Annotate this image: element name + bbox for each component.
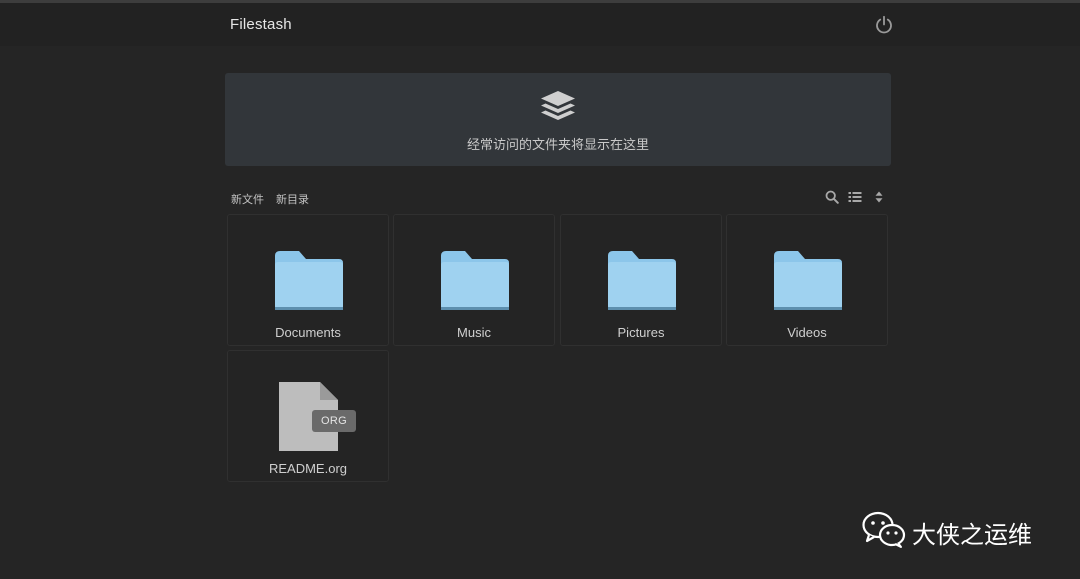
folder-icon	[608, 251, 676, 310]
file-name: Videos	[787, 325, 827, 340]
power-icon[interactable]	[874, 15, 894, 35]
folder-tile-videos[interactable]: Videos	[726, 214, 888, 346]
file-name: README.org	[268, 461, 348, 476]
file-name: Music	[457, 325, 491, 340]
file-name: Pictures	[617, 325, 665, 340]
wechat-icon	[862, 511, 906, 548]
list-view-icon[interactable]	[848, 190, 862, 204]
banner-message: 经常访问的文件夹将显示在这里	[466, 138, 649, 153]
folder-icon	[275, 251, 343, 310]
file-tile-readme[interactable]: ORG README.org	[227, 350, 389, 482]
sort-icon[interactable]	[872, 190, 886, 204]
folder-icon	[774, 251, 842, 310]
watermark-text: 大侠之运维	[912, 521, 1032, 549]
folder-tile-music[interactable]: Music	[393, 214, 555, 346]
folder-icon	[441, 251, 509, 310]
folder-tile-pictures[interactable]: Pictures	[560, 214, 722, 346]
new-folder-button[interactable]: 新目录	[276, 191, 309, 207]
app-title[interactable]: Filestash	[230, 16, 292, 33]
layers-icon	[541, 91, 575, 120]
top-bar: Filestash	[0, 3, 1080, 46]
new-file-button[interactable]: 新文件	[231, 191, 264, 207]
search-icon[interactable]	[825, 190, 839, 204]
file-type-badge: ORG	[312, 410, 356, 432]
file-name: Documents	[275, 325, 341, 340]
frequent-folders-banner: 经常访问的文件夹将显示在这里	[225, 73, 891, 166]
folder-tile-documents[interactable]: Documents	[227, 214, 389, 346]
